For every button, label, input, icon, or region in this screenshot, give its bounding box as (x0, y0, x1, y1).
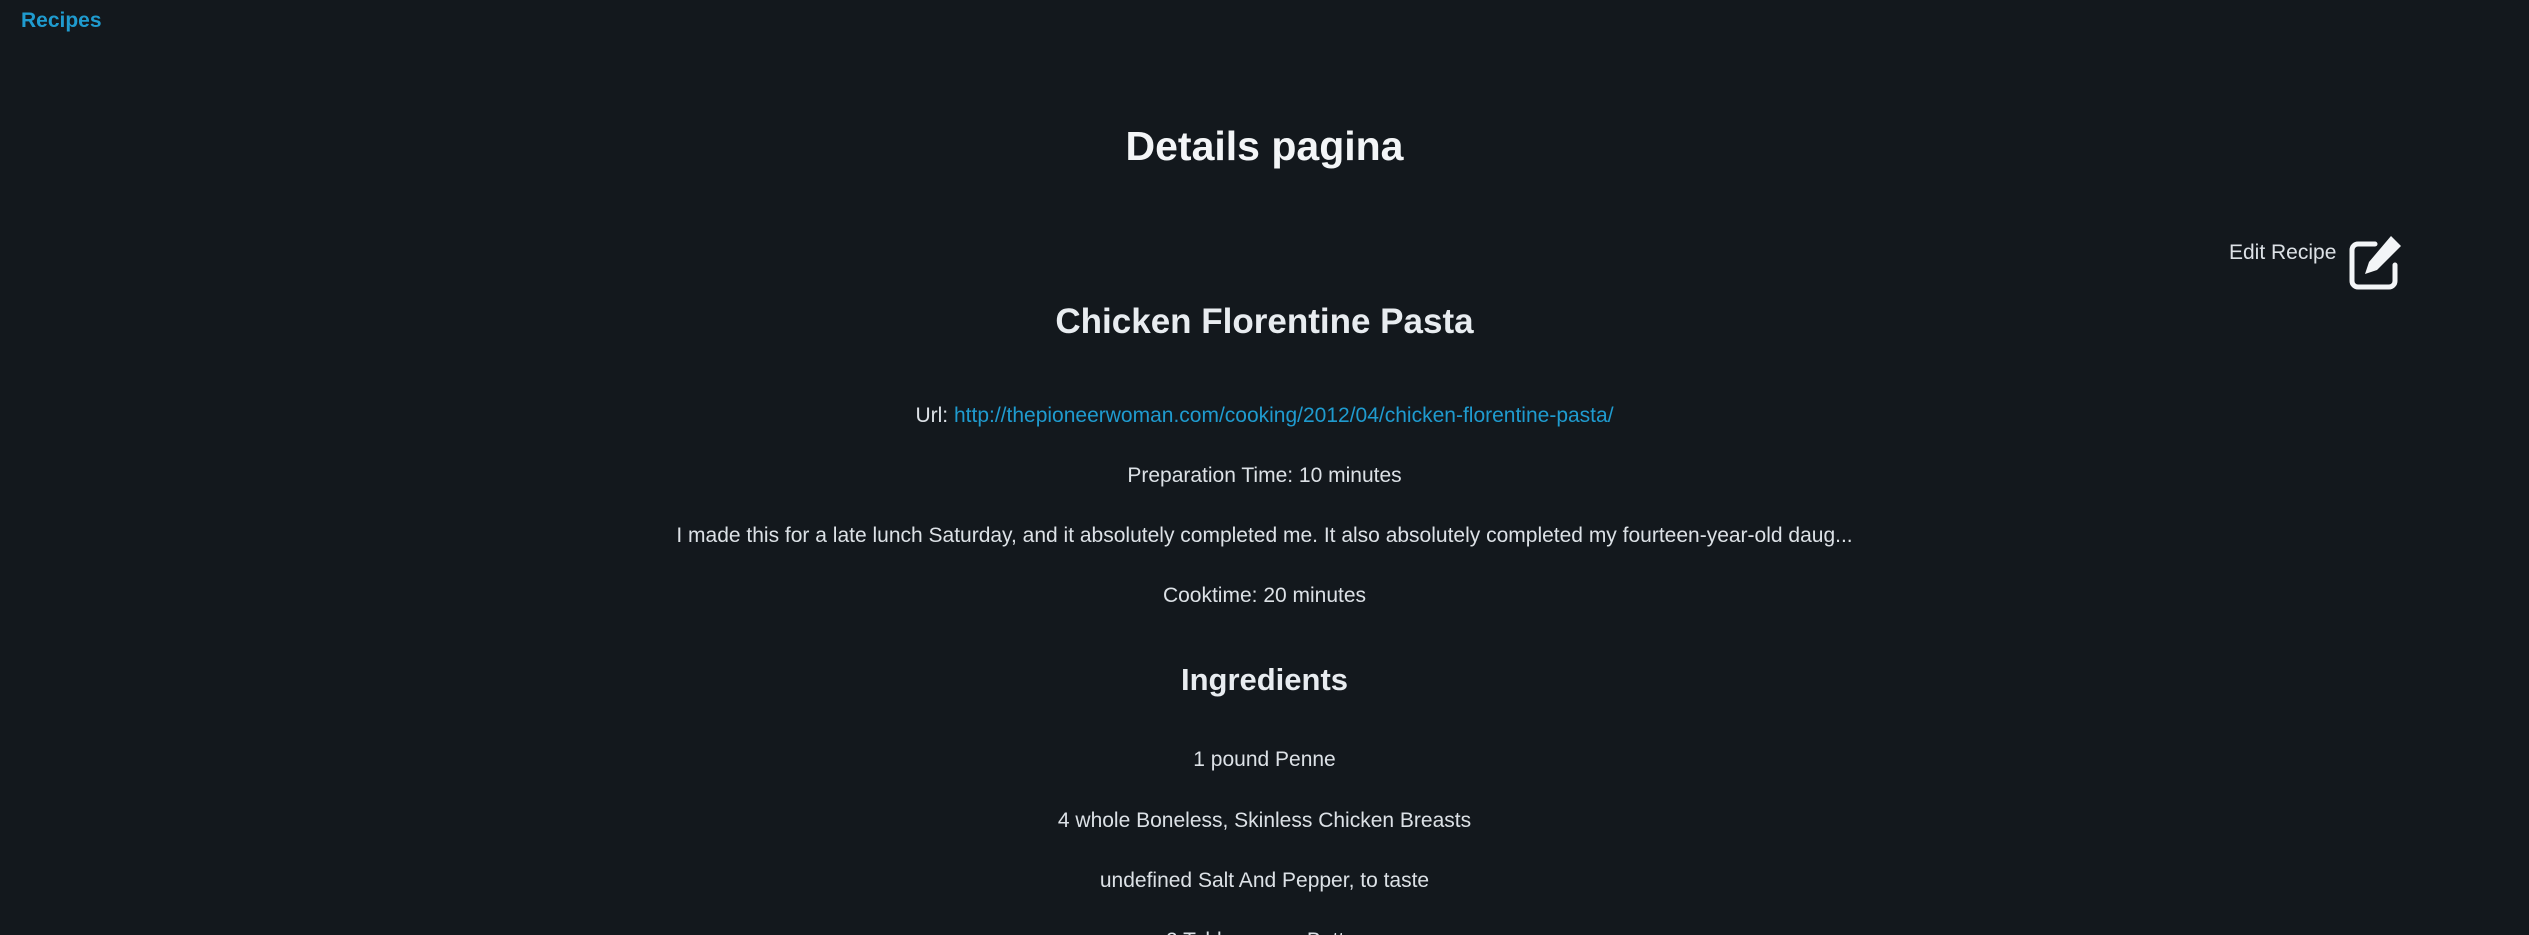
ingredients-title: Ingredients (1180, 662, 1349, 697)
cook-time: Cooktime: 20 minutes (1162, 584, 1367, 607)
ingredient-item: 2 Tablespoons Butter (0, 927, 2529, 935)
recipes-nav-link[interactable]: Recipes (21, 8, 102, 34)
page: Recipes Details pagina Edit Recipe Chick… (0, 0, 2529, 935)
recipe-url-link[interactable]: http://thepioneerwoman.com/cooking/2012/… (954, 404, 1614, 427)
edit-recipe-area: Edit Recipe (2229, 232, 2529, 300)
ingredient-item: undefined Salt And Pepper, to taste (1099, 869, 1430, 892)
recipe-title: Chicken Florentine Pasta (1055, 302, 1474, 341)
ingredient-item: 4 whole Boneless, Skinless Chicken Breas… (1057, 809, 1472, 832)
recipe-description: I made this for a late lunch Saturday, a… (676, 524, 1853, 547)
edit-recipe-label: Edit Recipe (2229, 241, 2337, 264)
edit-square-icon[interactable] (2345, 232, 2405, 296)
url-label: Url: (915, 404, 954, 427)
ingredient-item: 1 pound Penne (1193, 748, 1336, 771)
preparation-time: Preparation Time: 10 minutes (1127, 464, 1402, 487)
recipe-url-line: Url: http://thepioneerwoman.com/cooking/… (0, 402, 2529, 430)
page-title: Details pagina (1125, 123, 1404, 169)
